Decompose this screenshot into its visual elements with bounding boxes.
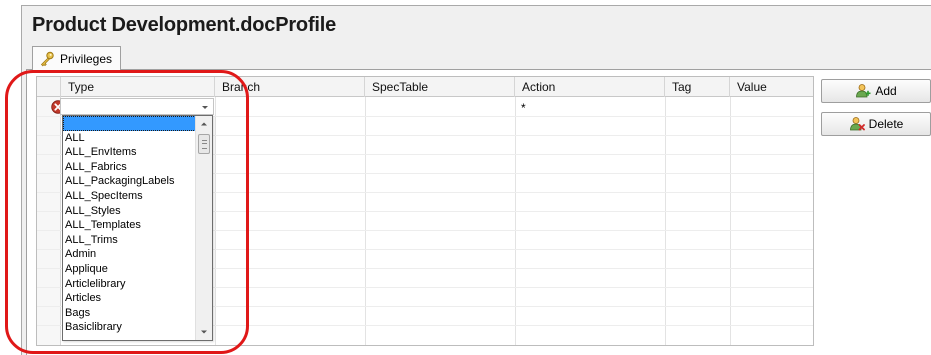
key-icon [40,51,54,66]
column-header-action[interactable]: Action [515,77,665,97]
row-marker-header [37,77,61,97]
tab-privileges[interactable]: Privileges [32,46,122,70]
dropdown-option[interactable]: ALL_Fabrics [63,160,196,175]
scrollbar-thumb[interactable] [198,134,210,154]
dropdown-option[interactable] [63,116,196,131]
column-header-type[interactable]: Type [61,77,215,97]
dropdown-option[interactable]: Articlelibrary [63,277,196,292]
dropdown-option[interactable]: ALL_SpecItems [63,189,196,204]
dropdown-option[interactable]: ALL_Styles [63,204,196,219]
column-header-tag[interactable]: Tag [665,77,730,97]
dropdown-items: ALL ALL_EnvItems ALL_Fabrics ALL_PackagingL… [63,116,196,335]
dropdown-option[interactable]: Admin [63,247,196,262]
dropdown-option[interactable]: ALL_EnvItems [63,145,196,160]
new-row-action-cell[interactable]: * [521,101,526,115]
dropdown-option[interactable]: Applique [63,262,196,277]
dropdown-option[interactable]: Basiclibrary [63,320,196,335]
delete-button[interactable]: Delete [821,112,931,136]
dropdown-option[interactable]: ALL_PackagingLabels [63,174,196,189]
dropdown-scrollbar[interactable] [195,116,212,340]
type-combobox[interactable] [60,98,214,115]
tab-label: Privileges [60,51,113,66]
dropdown-option[interactable]: ALL_Trims [63,233,196,248]
dropdown-option[interactable]: ALL_Templates [63,218,196,233]
dropdown-option[interactable]: Articles [63,291,196,306]
delete-user-icon [849,117,865,131]
delete-button-label: Delete [868,117,904,131]
grid-header: Type Branch SpecTable Action Tag Value [37,77,813,97]
add-button-label: Add [875,84,897,98]
dropdown-option[interactable]: ALL [63,131,196,146]
scroll-up-icon[interactable] [198,118,210,130]
type-dropdown-list[interactable]: ALL ALL_EnvItems ALL_Fabrics ALL_PackagingL… [62,115,213,341]
column-header-branch[interactable]: Branch [215,77,365,97]
column-header-spectable[interactable]: SpecTable [365,77,515,97]
dropdown-option[interactable]: Bags [63,306,196,321]
window-title: Product Development.docProfile [32,14,337,36]
scroll-down-icon[interactable] [198,326,210,338]
add-button[interactable]: Add [821,79,931,103]
column-header-value[interactable]: Value [730,77,813,97]
add-user-icon [856,84,871,98]
chevron-down-icon[interactable] [199,101,211,113]
